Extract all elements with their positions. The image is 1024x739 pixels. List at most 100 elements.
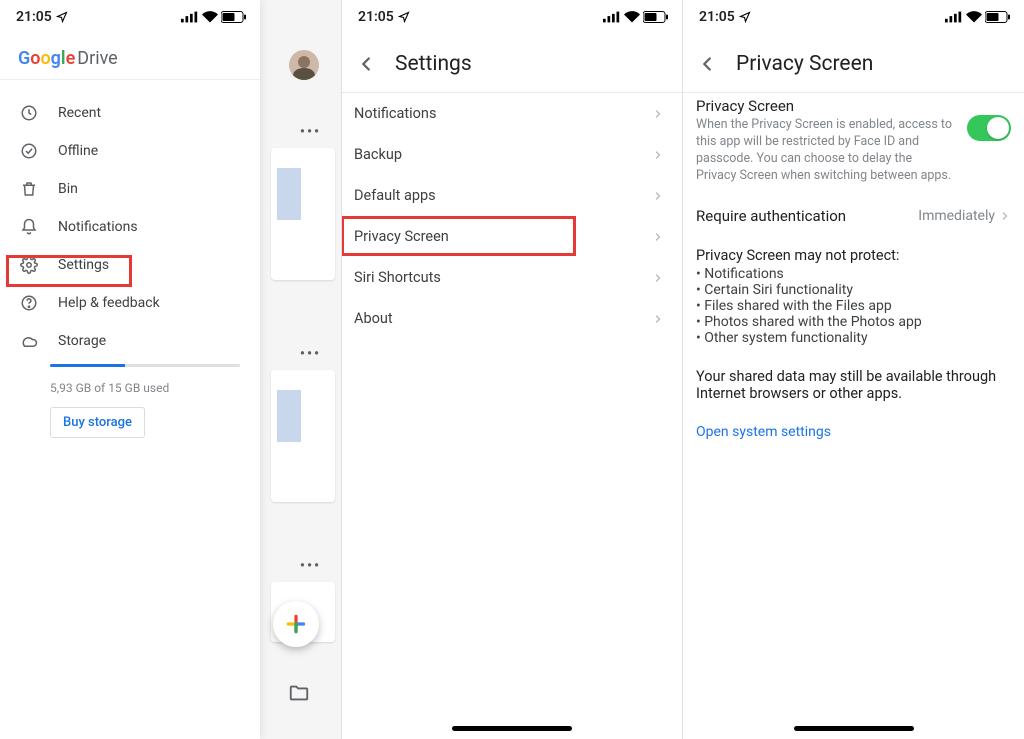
drawer-item-help[interactable]: Help & feedback	[0, 284, 260, 322]
chevron-right-icon	[652, 190, 664, 202]
back-button[interactable]	[696, 53, 718, 75]
clock-icon	[20, 104, 38, 122]
settings-row-about[interactable]: About	[342, 298, 682, 339]
cloud-icon	[20, 332, 38, 350]
page-title: Privacy Screen	[736, 52, 873, 76]
panel-privacy-screen: 21:05 Privacy Screen Privacy Screen When…	[683, 0, 1024, 739]
warning-bullet-item: • Photos shared with the Photos app	[696, 314, 1011, 330]
chevron-right-icon	[652, 149, 664, 161]
battery-icon	[985, 11, 1010, 23]
nav-bar: Settings	[342, 34, 682, 92]
battery-icon	[221, 11, 246, 23]
chevron-left-icon	[696, 53, 718, 75]
avatar[interactable]	[289, 50, 319, 80]
app-name: Drive	[77, 48, 117, 69]
drawer-item-label: Settings	[58, 257, 109, 273]
require-authentication-label: Require authentication	[696, 207, 846, 225]
warning-bullet-item: • Notifications	[696, 266, 1011, 282]
chevron-right-icon	[652, 108, 664, 120]
warning-bullet-item: • Files shared with the Files app	[696, 298, 1011, 314]
more-icon[interactable]: •••	[300, 124, 321, 140]
settings-row-label: About	[354, 310, 393, 327]
drawer-item-label: Notifications	[58, 219, 138, 235]
drawer-item-settings[interactable]: Settings	[0, 246, 260, 284]
drawer-item-list: Recent Offline Bin Notifications Setting…	[0, 80, 260, 438]
signal-icon	[945, 11, 963, 23]
status-time: 21:05	[16, 9, 52, 25]
new-fab-button[interactable]	[273, 601, 319, 647]
settings-list: Notifications Backup Default apps Privac…	[342, 93, 682, 339]
status-bar: 21:05	[0, 0, 260, 34]
drawer-item-offline[interactable]: Offline	[0, 132, 260, 170]
plus-icon	[283, 611, 309, 637]
file-card[interactable]: •••	[271, 148, 335, 280]
settings-row-label: Backup	[354, 146, 402, 163]
nav-bar: Privacy Screen	[683, 34, 1024, 92]
settings-row-siri-shortcuts[interactable]: Siri Shortcuts	[342, 257, 682, 298]
settings-row-label: Notifications	[354, 105, 436, 122]
settings-row-notifications[interactable]: Notifications	[342, 93, 682, 134]
storage-meter: 5,93 GB of 15 GB used Buy storage	[0, 360, 260, 438]
location-icon	[398, 11, 410, 23]
settings-row-label: Default apps	[354, 187, 436, 204]
warning-bullet-item: • Certain Siri functionality	[696, 282, 1011, 298]
drawer-item-label: Bin	[58, 181, 78, 197]
chevron-right-icon	[652, 231, 664, 243]
settings-row-label: Privacy Screen	[354, 228, 449, 245]
files-tab-button[interactable]	[279, 675, 319, 711]
chevron-right-icon	[652, 313, 664, 325]
chevron-left-icon	[355, 53, 377, 75]
settings-row-default-apps[interactable]: Default apps	[342, 175, 682, 216]
settings-row-backup[interactable]: Backup	[342, 134, 682, 175]
status-bar: 21:05	[342, 0, 682, 34]
status-bar: 21:05	[683, 0, 1024, 34]
more-icon[interactable]: •••	[300, 346, 321, 362]
storage-usage-label: 5,93 GB of 15 GB used	[50, 381, 240, 395]
privacy-screen-section-title: Privacy Screen	[696, 97, 955, 115]
drawer-item-recent[interactable]: Recent	[0, 94, 260, 132]
warning-title: Privacy Screen may not protect:	[696, 247, 1011, 264]
offline-icon	[20, 142, 38, 160]
settings-row-privacy-screen[interactable]: Privacy Screen	[342, 216, 682, 257]
back-button[interactable]	[355, 53, 377, 75]
drawer-item-notifications[interactable]: Notifications	[0, 208, 260, 246]
location-icon	[739, 11, 751, 23]
trash-icon	[20, 180, 38, 198]
app-logo: GoogleDrive	[0, 34, 260, 79]
wifi-icon	[624, 11, 640, 23]
folder-icon	[288, 682, 310, 704]
chevron-right-icon	[999, 210, 1011, 222]
signal-icon	[603, 11, 621, 23]
file-thumbnail	[277, 168, 301, 220]
privacy-screen-toggle[interactable]	[967, 115, 1011, 141]
privacy-screen-toggle-row: Privacy Screen When the Privacy Screen i…	[696, 97, 1011, 185]
storage-progress-track	[50, 364, 240, 367]
status-time: 21:05	[358, 9, 394, 25]
more-icon[interactable]: •••	[300, 558, 321, 574]
require-authentication-row[interactable]: Require authentication Immediately	[696, 207, 1011, 225]
drawer-item-label: Offline	[58, 143, 98, 159]
storage-progress-fill	[50, 364, 125, 367]
location-icon	[56, 11, 68, 23]
bell-icon	[20, 218, 38, 236]
signal-icon	[181, 11, 199, 23]
drawer-item-bin[interactable]: Bin	[0, 170, 260, 208]
home-indicator[interactable]	[794, 726, 914, 731]
settings-row-label: Siri Shortcuts	[354, 269, 441, 286]
drawer-item-label: Recent	[58, 105, 101, 121]
require-authentication-value: Immediately	[918, 208, 995, 224]
drawer-item-label: Help & feedback	[58, 295, 160, 311]
buy-storage-button[interactable]: Buy storage	[50, 407, 145, 438]
panel-drive-drawer: ••• ••• ••• 21:05	[0, 0, 342, 739]
status-time: 21:05	[699, 9, 735, 25]
battery-icon	[643, 11, 668, 23]
open-system-settings-link[interactable]: Open system settings	[696, 424, 831, 440]
privacy-screen-description: When the Privacy Screen is enabled, acce…	[696, 117, 955, 185]
home-indicator[interactable]	[452, 726, 572, 731]
navigation-drawer: 21:05 GoogleDrive Recent Offline	[0, 0, 260, 739]
drawer-item-label: Storage	[58, 333, 106, 349]
drawer-item-storage[interactable]: Storage	[0, 322, 260, 360]
gear-icon	[20, 256, 38, 274]
file-card[interactable]: •••	[271, 370, 335, 502]
warning-bullet-item: • Other system functionality	[696, 330, 1011, 346]
